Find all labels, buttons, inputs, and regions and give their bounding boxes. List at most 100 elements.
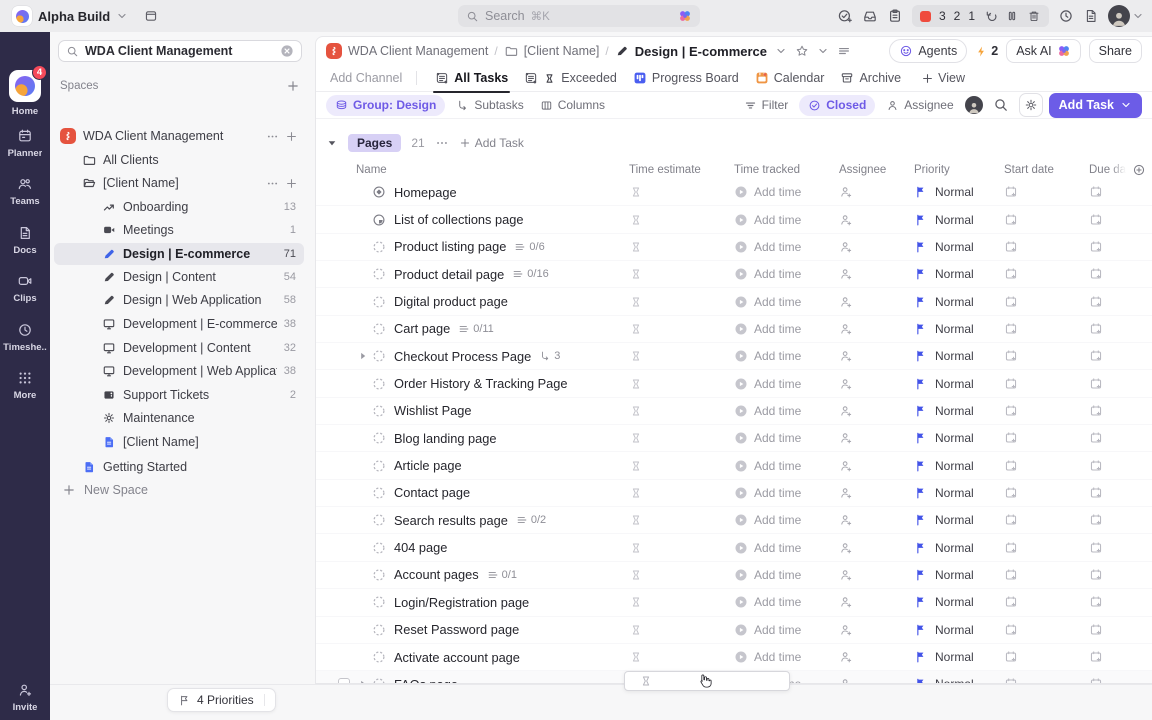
record-stop-button[interactable]	[920, 11, 931, 22]
start-date-cell[interactable]	[995, 343, 1080, 369]
task-name-cell[interactable]: List of collections page	[316, 206, 620, 232]
column-header-priority[interactable]: Priority	[905, 164, 995, 176]
start-date-cell[interactable]	[995, 480, 1080, 506]
status-icon[interactable]	[372, 267, 386, 281]
start-date-cell[interactable]	[995, 316, 1080, 342]
due-date-cell[interactable]	[1080, 261, 1152, 287]
task-row[interactable]: Checkout Process Page3Add timeNormal	[316, 343, 1152, 370]
group-by-button[interactable]: Group: Design	[326, 95, 445, 116]
favorite-star-icon[interactable]	[795, 44, 809, 58]
subtask-badge[interactable]: 3	[539, 350, 560, 362]
task-name-cell[interactable]: Cart page0/11	[316, 316, 620, 342]
priority-cell[interactable]: Normal	[905, 425, 995, 451]
ask-ai-button[interactable]: Ask AI	[1006, 39, 1080, 63]
priority-cell[interactable]: Normal	[905, 206, 995, 232]
closed-filter-button[interactable]: Closed	[799, 95, 875, 116]
status-icon[interactable]	[372, 650, 386, 664]
time-tracked-cell[interactable]: Add time	[725, 480, 830, 506]
column-header-assignee[interactable]: Assignee	[830, 164, 905, 176]
assignee-cell[interactable]	[830, 206, 905, 232]
priority-cell[interactable]: Normal	[905, 398, 995, 424]
task-row[interactable]: Wishlist PageAdd timeNormal	[316, 398, 1152, 425]
task-name[interactable]: Contact page	[394, 485, 470, 500]
time-tracked-cell[interactable]: Add time	[725, 343, 830, 369]
priority-cell[interactable]: Normal	[905, 261, 995, 287]
new-space-button[interactable]: New Space	[62, 479, 148, 501]
expand-row-icon[interactable]	[357, 350, 369, 362]
group-menu-icon[interactable]	[435, 136, 449, 150]
sidebar-item-client-name[interactable]: [Client Name]	[54, 431, 304, 453]
status-icon[interactable]	[372, 377, 386, 391]
file-icon[interactable]	[1083, 8, 1099, 24]
columns-button[interactable]: Columns	[535, 98, 610, 112]
task-name[interactable]: Search results page	[394, 513, 508, 528]
time-tracked-cell[interactable]: Add time	[725, 370, 830, 396]
agents-button[interactable]: Agents	[889, 39, 967, 63]
time-estimate-cell[interactable]	[620, 179, 725, 205]
start-date-cell[interactable]	[995, 234, 1080, 260]
start-date-cell[interactable]	[995, 617, 1080, 643]
task-name[interactable]: Checkout Process Page	[394, 349, 531, 364]
status-icon[interactable]	[372, 404, 386, 418]
due-date-cell[interactable]	[1080, 480, 1152, 506]
sidebar-item-design-web-application[interactable]: Design | Web Application58	[54, 289, 304, 311]
task-row[interactable]: Login/Registration pageAdd timeNormal	[316, 589, 1152, 616]
column-header-start-date[interactable]: Start date	[995, 164, 1080, 176]
task-name[interactable]: Product listing page	[394, 239, 506, 254]
task-row[interactable]: Blog landing pageAdd timeNormal	[316, 425, 1152, 452]
time-estimate-cell[interactable]	[620, 288, 725, 314]
priority-cell[interactable]: Normal	[905, 644, 995, 670]
task-name-cell[interactable]: Homepage	[316, 179, 620, 205]
sidebar-item-wda-client-management[interactable]: WDA Client Management	[54, 125, 304, 147]
notes-icon[interactable]	[887, 8, 903, 24]
start-date-cell[interactable]	[995, 589, 1080, 615]
start-date-cell[interactable]	[995, 425, 1080, 451]
status-icon[interactable]	[372, 185, 386, 199]
view-options-icon[interactable]	[837, 44, 851, 58]
assignee-cell[interactable]	[830, 534, 905, 560]
assignee-cell[interactable]	[830, 316, 905, 342]
window-icon[interactable]	[144, 9, 158, 23]
time-tracked-cell[interactable]: Add time	[725, 234, 830, 260]
due-date-cell[interactable]	[1080, 617, 1152, 643]
item-menu-icon[interactable]	[266, 130, 279, 143]
priority-cell[interactable]: Normal	[905, 507, 995, 533]
task-row[interactable]: Contact pageAdd timeNormal	[316, 480, 1152, 507]
chevron-down-icon[interactable]	[116, 10, 128, 22]
task-row[interactable]: 404 pageAdd timeNormal	[316, 534, 1152, 561]
add-channel-button[interactable]: Add Channel	[326, 71, 406, 85]
assignee-cell[interactable]	[830, 288, 905, 314]
workspace-logo[interactable]	[12, 6, 32, 26]
due-date-cell[interactable]	[1080, 562, 1152, 588]
task-row[interactable]: Cart page0/11Add timeNormal	[316, 316, 1152, 343]
ai-sparkle-icon[interactable]	[678, 9, 692, 23]
assignee-cell[interactable]	[830, 562, 905, 588]
column-header-time-tracked[interactable]: Time tracked	[725, 164, 830, 176]
time-tracked-cell[interactable]: Add time	[725, 261, 830, 287]
checklist-badge[interactable]: 0/2	[516, 514, 546, 526]
priorities-bar[interactable]: 4 Priorities	[167, 688, 276, 712]
assignee-cell[interactable]	[830, 589, 905, 615]
sidebar-item-development-web-application[interactable]: Development | Web Application38	[54, 360, 304, 382]
time-estimate-cell[interactable]	[620, 644, 725, 670]
task-name-cell[interactable]: Contact page	[316, 480, 620, 506]
checklist-badge[interactable]: 0/6	[514, 241, 544, 253]
task-name-cell[interactable]: Product detail page0/16	[316, 261, 620, 287]
add-column-icon[interactable]	[1132, 163, 1146, 177]
search-tasks-button[interactable]	[989, 93, 1013, 117]
time-estimate-cell[interactable]	[620, 343, 725, 369]
task-name[interactable]: Activate account page	[394, 650, 520, 665]
sidebar-item-development-content[interactable]: Development | Content32	[54, 337, 304, 359]
rail-item-timeshe[interactable]: Timeshe..	[0, 322, 50, 353]
task-name-cell[interactable]: Reset Password page	[316, 617, 620, 643]
time-tracked-cell[interactable]: Add time	[725, 562, 830, 588]
time-estimate-cell[interactable]	[620, 507, 725, 533]
time-tracked-cell[interactable]: Add time	[725, 644, 830, 670]
collapse-group-icon[interactable]	[326, 137, 338, 149]
sidebar-item-getting-started[interactable]: Getting Started	[54, 456, 304, 478]
start-date-cell[interactable]	[995, 562, 1080, 588]
sidebar-search-input[interactable]	[85, 44, 274, 58]
tab-progress-board[interactable]: Progress Board	[625, 65, 747, 92]
task-name-cell[interactable]: Search results page 0/2	[316, 507, 620, 533]
column-header-due-da[interactable]: Due da	[1080, 163, 1152, 177]
